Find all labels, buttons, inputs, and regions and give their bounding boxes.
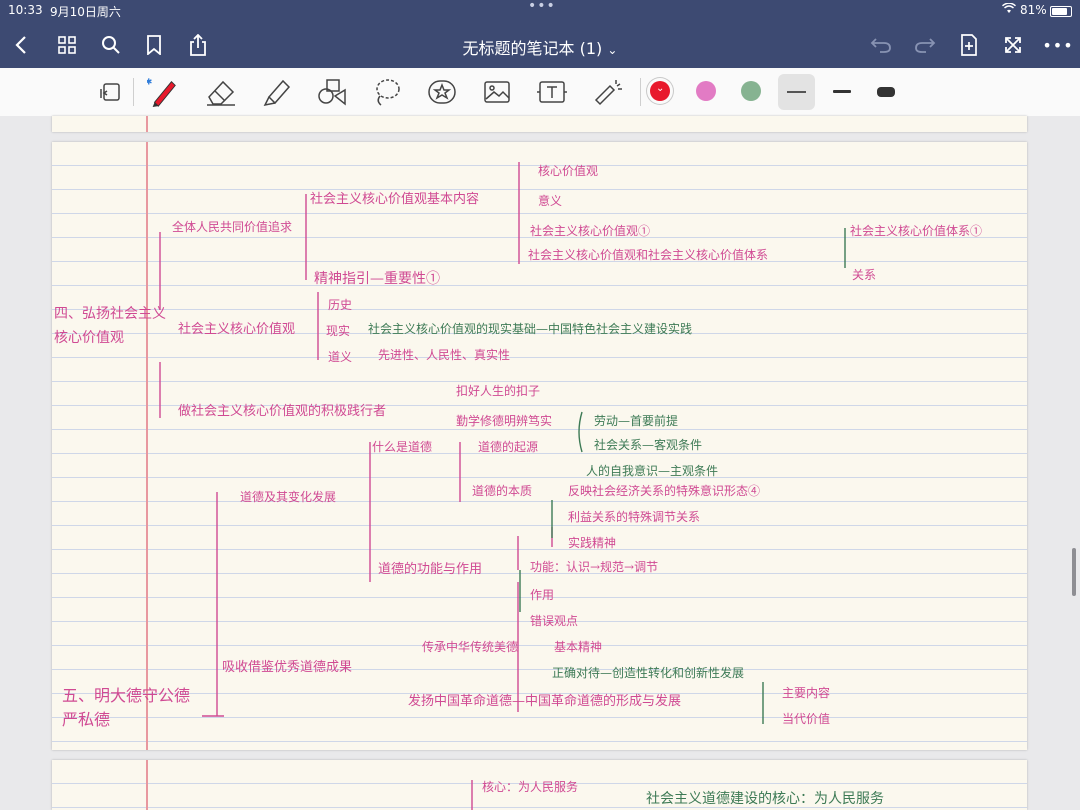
note-m1b3: 错误观点 — [530, 614, 579, 628]
note-b2: 社会主义核心价值观 — [178, 322, 296, 337]
drawing-toolbar: ✱ ⌄ — [0, 68, 1080, 117]
bookmark-icon[interactable] — [141, 32, 167, 58]
scroll-indicator[interactable] — [1072, 548, 1076, 596]
note-m1a1a: 劳动—首要前提 — [594, 414, 679, 428]
page-view-icon[interactable] — [95, 76, 127, 108]
note-b3b: 勤学修德明辨笃实 — [456, 414, 553, 428]
note-m1: 道德及其变化发展 — [240, 490, 337, 504]
note-b1b: 精神指引—重要性① — [314, 271, 440, 287]
note-b2c-text: 先进性、人民性、真实性 — [378, 348, 511, 362]
notebook-title-text: 无标题的笔记本 (1) — [462, 39, 603, 58]
note-p2b: 社会主义道德建设的核心：为人民服务 — [646, 791, 884, 807]
selected-check-icon: ⌄ — [656, 83, 665, 94]
shapes-icon[interactable] — [316, 76, 348, 108]
notebook-title[interactable]: 无标题的笔记本 (1) ⌄ — [430, 35, 650, 59]
stroke-thick-button[interactable] — [877, 87, 895, 97]
note-b1a4b: 关系 — [852, 268, 877, 282]
undo-icon[interactable] — [868, 32, 894, 58]
note-b1a3: 社会主义核心价值观① — [530, 224, 651, 238]
margin-line — [146, 116, 148, 132]
note-m1b1: 功能：认识→规范→调节 — [530, 560, 659, 574]
note-m1a1c: 人的自我意识—主观条件 — [586, 464, 719, 478]
image-icon[interactable] — [481, 76, 513, 108]
note-b2b-text: 社会主义核心价值观的现实基础—中国特色社会主义建设实践 — [368, 322, 693, 336]
note-m2: 吸收借鉴优秀道德成果 — [222, 660, 353, 675]
note-m1a2: 道德的本质 — [472, 484, 533, 498]
sticker-icon[interactable] — [426, 76, 458, 108]
note-m1a2b: 利益关系的特殊调节关系 — [568, 510, 701, 524]
lasso-icon[interactable] — [371, 76, 403, 108]
status-bar: 10:33 9月10日周六 ••• 81% — [0, 0, 1080, 22]
note-m2b2: 当代价值 — [782, 712, 831, 726]
battery-percent: 81% — [1020, 3, 1047, 17]
note-m2a: 传承中华传统美德 — [422, 640, 519, 654]
eraser-icon[interactable] — [205, 76, 237, 108]
status-time: 10:33 — [8, 3, 43, 17]
note-b1a1: 核心价值观 — [538, 164, 599, 178]
multitask-dots-icon[interactable]: ••• — [528, 0, 556, 14]
expand-icon[interactable] — [1000, 32, 1026, 58]
more-options-icon[interactable]: ••• — [1042, 32, 1072, 58]
note-b1a4a: 社会主义核心价值体系① — [850, 224, 983, 238]
pen-icon[interactable]: ✱ — [147, 76, 179, 108]
note-m2b1: 主要内容 — [782, 686, 831, 700]
note-m1a: 什么是道德 — [372, 440, 433, 454]
note-m2a2: 正确对待—创造性转化和创新性发展 — [552, 666, 745, 680]
text-icon[interactable] — [536, 76, 568, 108]
back-icon[interactable] — [8, 32, 34, 58]
toolbar-divider — [133, 78, 134, 106]
previous-page[interactable] — [52, 116, 1027, 132]
battery-icon — [1050, 6, 1072, 17]
color-swatch-pink[interactable] — [696, 81, 716, 101]
note-b2b: 现实 — [326, 324, 351, 338]
stroke-thin-line — [787, 91, 806, 93]
toolbar-divider — [640, 78, 641, 106]
wifi-icon — [1002, 2, 1016, 17]
note-m2b: 发扬中国革命道德—中国革命道德的形成与发展 — [408, 694, 682, 709]
grid-view-icon[interactable] — [54, 32, 80, 58]
svg-text:✱: ✱ — [147, 76, 152, 86]
stroke-medium-button[interactable] — [833, 90, 851, 93]
note-b1a4: 社会主义核心价值观和社会主义核心价值体系 — [528, 248, 769, 262]
note-b2c: 道义 — [328, 350, 353, 364]
chevron-down-icon: ⌄ — [607, 43, 618, 57]
highlighter-icon[interactable] — [261, 76, 293, 108]
note-b3a: 扣好人生的扣子 — [456, 384, 541, 398]
note-m1a2a: 反映社会经济关系的特殊意识形态④ — [568, 484, 761, 498]
note-m1b: 道德的功能与作用 — [378, 562, 483, 577]
note-m1a1: 道德的起源 — [478, 440, 539, 454]
stroke-thin-button[interactable] — [778, 74, 815, 110]
note-m1a2c: 实践精神 — [568, 536, 617, 550]
note-m1a1b: 社会关系—客观条件 — [594, 438, 703, 452]
share-icon[interactable] — [185, 32, 211, 58]
color-swatch-red[interactable]: ⌄ — [650, 81, 670, 101]
note-b3: 做社会主义核心价值观的积极践行者 — [178, 404, 387, 419]
add-page-icon[interactable] — [956, 32, 982, 58]
note-b1: 全体人民共同价值追求 — [172, 220, 293, 234]
section-five-text: 五、明大德守公德 严私德 — [62, 686, 191, 729]
search-icon[interactable] — [98, 32, 124, 58]
notebook-page[interactable]: 四、弘扬社会主义 核心价值观 五、明大德守公德 严私德 全体人民共同价值追求 社… — [52, 142, 1027, 750]
note-p2a: 核心：为人民服务 — [482, 780, 579, 794]
note-m2a1: 基本精神 — [554, 640, 603, 654]
laser-pointer-icon[interactable] — [592, 76, 624, 108]
section-five-heading: 五、明大德守公德 严私德 — [62, 684, 190, 732]
note-m1b2: 作用 — [530, 588, 555, 602]
status-date: 9月10日周六 — [50, 5, 121, 19]
note-b2a: 历史 — [328, 298, 353, 312]
nav-bar: 无标题的笔记本 (1) ⌄ ••• — [0, 22, 1080, 68]
note-b1a: 社会主义核心价值观基本内容 — [310, 192, 480, 207]
next-page[interactable]: 核心：为人民服务 社会主义道德建设的核心：为人民服务 — [52, 760, 1027, 810]
color-swatch-green[interactable] — [741, 81, 761, 101]
note-b1a2: 意义 — [538, 194, 563, 208]
section-four-heading: 四、弘扬社会主义 核心价值观 — [54, 302, 166, 350]
notebook-canvas[interactable]: 四、弘扬社会主义 核心价值观 五、明大德守公德 严私德 全体人民共同价值追求 社… — [0, 116, 1080, 810]
section-four-text: 四、弘扬社会主义 核心价值观 — [54, 306, 166, 346]
redo-icon[interactable] — [912, 32, 938, 58]
